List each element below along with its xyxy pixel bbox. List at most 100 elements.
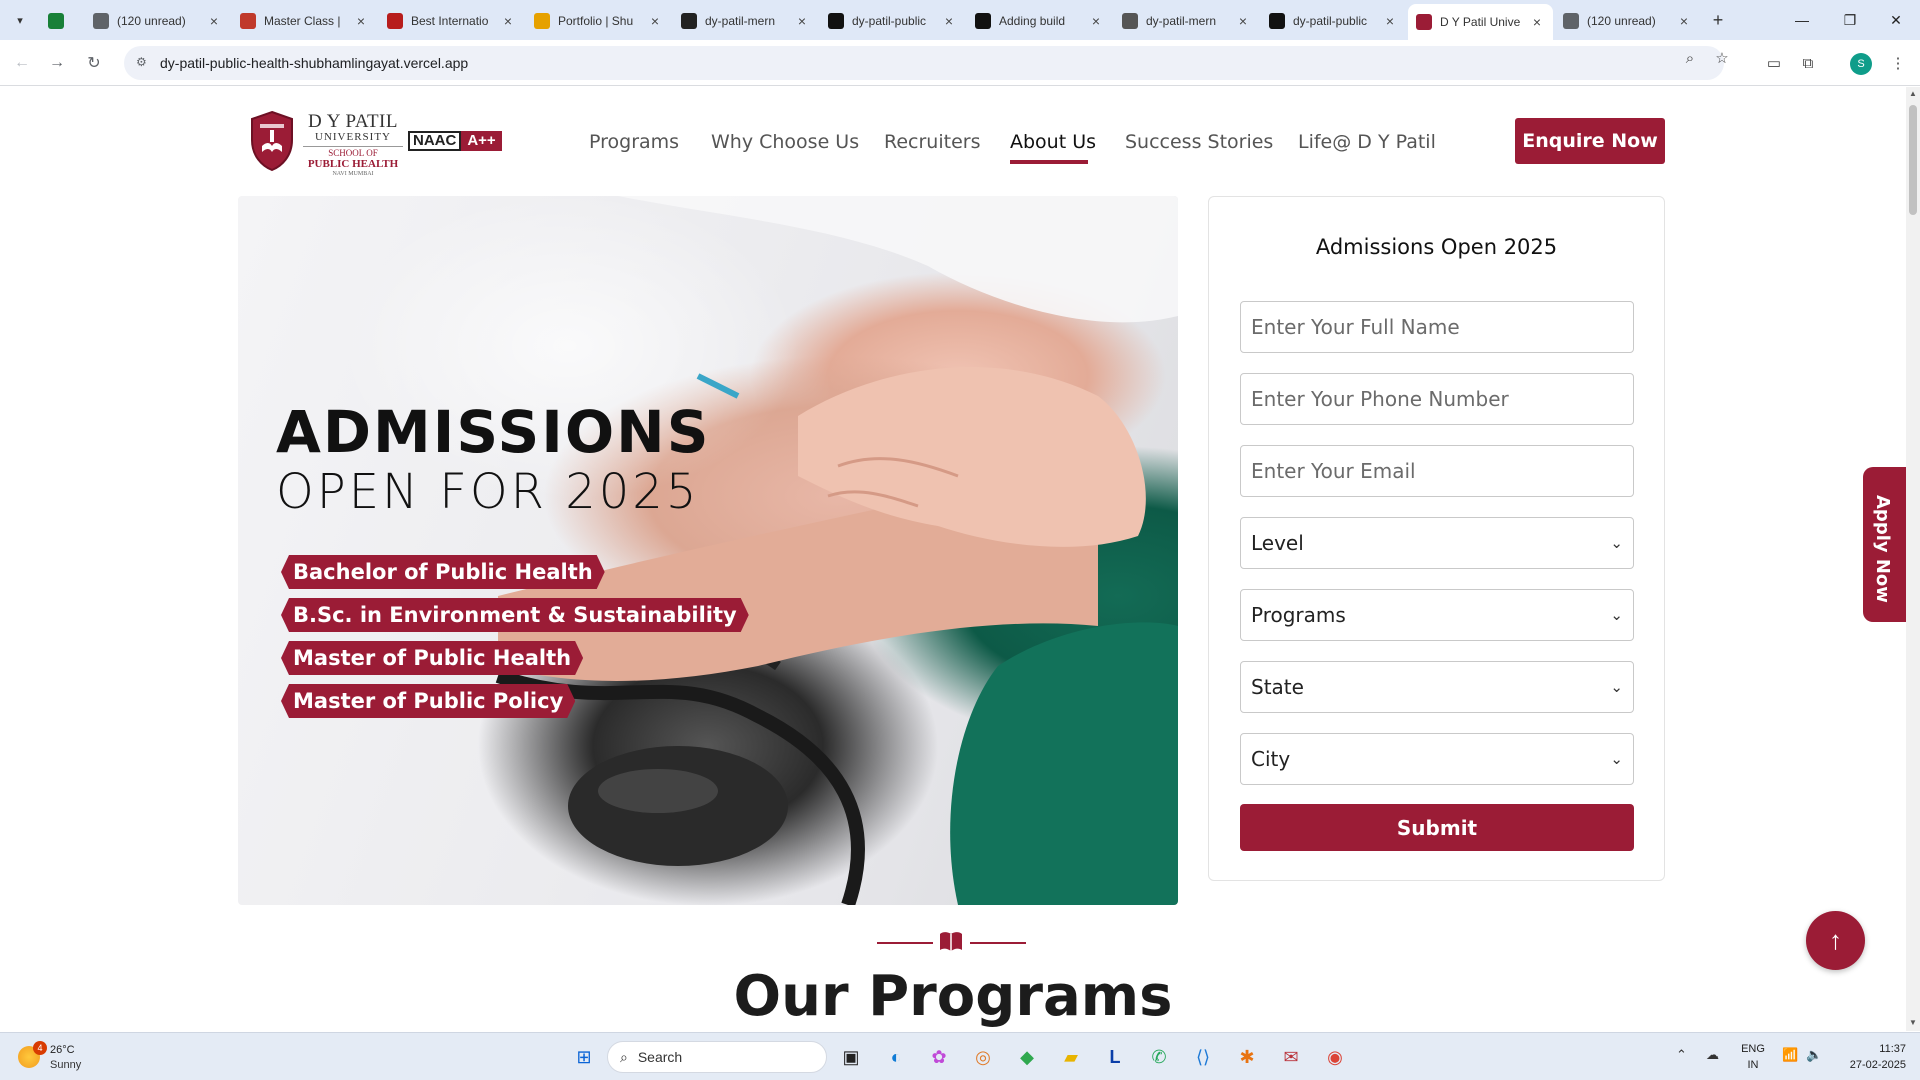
close-tab-icon[interactable]: × (794, 13, 810, 29)
edge-icon[interactable]: ◐ (880, 1041, 912, 1073)
xampp-icon[interactable]: ✱ (1231, 1041, 1263, 1073)
file-explorer-icon[interactable]: ▰ (1055, 1041, 1087, 1073)
weather-widget[interactable]: 4 26°C Sunny (18, 1040, 128, 1076)
menu-kebab-icon[interactable]: ⋮ (1886, 51, 1910, 75)
taskbar-search[interactable]: ⌕ Search (607, 1041, 827, 1073)
wifi-icon[interactable]: 📶 (1782, 1047, 1798, 1063)
browser-tab[interactable]: dy-patil-mern × (673, 6, 818, 36)
browser-tab[interactable]: dy-patil-public × (820, 6, 965, 36)
enquire-now-button[interactable]: Enquire Now (1515, 118, 1665, 164)
close-tab-icon[interactable]: × (1382, 13, 1398, 29)
state-select[interactable]: State ⌄ (1240, 661, 1634, 713)
nav-recruiters[interactable]: Recruiters (884, 131, 980, 153)
email-input[interactable] (1251, 459, 1623, 483)
zoom-icon[interactable]: ⌕ (1680, 48, 1700, 68)
scrollbar-thumb[interactable] (1909, 105, 1917, 215)
page-viewport: D Y PATIL UNIVERSITY SCHOOL OF PUBLIC HE… (0, 87, 1906, 1031)
phone-field[interactable] (1240, 373, 1634, 425)
app-l-icon[interactable]: L (1099, 1041, 1131, 1073)
browser-tab[interactable]: Adding build × (967, 6, 1112, 36)
browser-tab[interactable]: D Y Patil Unive × (1408, 4, 1553, 40)
windows-start-icon[interactable]: ⊞ (568, 1041, 600, 1073)
tab-title: dy-patil-public (852, 14, 927, 28)
full-name-field[interactable] (1240, 301, 1634, 353)
logo-wordmark: D Y PATIL UNIVERSITY SCHOOL OF PUBLIC HE… (303, 112, 403, 177)
store-icon[interactable]: ◆ (1011, 1041, 1043, 1073)
scroll-up-arrow-icon[interactable]: ▲ (1909, 90, 1917, 98)
onedrive-icon[interactable]: ☁ (1706, 1047, 1719, 1063)
extensions-icon[interactable]: ⧉ (1796, 51, 1820, 75)
task-view-icon[interactable]: ▣ (835, 1041, 867, 1073)
nav-success-stories[interactable]: Success Stories (1125, 131, 1273, 153)
new-tab-button[interactable]: + (1706, 8, 1730, 32)
section-divider-left (877, 942, 933, 944)
browser-tab[interactable]: (120 unread) × (1555, 6, 1700, 36)
close-tab-icon[interactable]: × (500, 13, 516, 29)
cast-icon[interactable]: ▭ (1762, 51, 1786, 75)
nav-about-us[interactable]: About Us (1010, 131, 1096, 153)
hero-photo-illustration (495, 196, 1178, 905)
tab-title: Adding build (999, 14, 1066, 28)
browser-tab[interactable]: Portfolio | Shu × (526, 6, 671, 36)
browser-tab[interactable]: Best Internatio × (379, 6, 524, 36)
city-select[interactable]: City ⌄ (1240, 733, 1634, 785)
volume-icon[interactable]: 🔈 (1806, 1047, 1822, 1063)
back-to-top-button[interactable]: ↑ (1806, 911, 1865, 970)
tray-overflow-chevron-icon[interactable]: ⌃ (1676, 1047, 1687, 1063)
close-tab-icon[interactable]: × (1088, 13, 1104, 29)
browser-tab[interactable] (40, 6, 80, 36)
chevron-down-icon: ⌄ (1610, 678, 1623, 696)
hero-heading: ADMISSIONS (276, 398, 711, 466)
forward-icon[interactable]: → (45, 51, 69, 75)
reload-icon[interactable]: ↻ (82, 51, 106, 75)
page-scrollbar[interactable]: ▲ ▼ (1906, 87, 1920, 1031)
bookmark-star-icon[interactable]: ☆ (1712, 48, 1732, 68)
close-tab-icon[interactable]: × (353, 13, 369, 29)
close-tab-icon[interactable]: × (1676, 13, 1692, 29)
sheets-icon (48, 13, 64, 29)
site-logo[interactable]: D Y PATIL UNIVERSITY SCHOOL OF PUBLIC HE… (248, 110, 513, 177)
ubuntu-icon[interactable]: ◎ (967, 1041, 999, 1073)
arrow-up-icon: ↑ (1829, 925, 1842, 955)
close-tab-icon[interactable]: × (1529, 14, 1545, 30)
system-clock[interactable]: 11:37 27-02-2025 (1836, 1041, 1906, 1073)
close-tab-icon[interactable]: × (1235, 13, 1251, 29)
close-tab-icon[interactable]: × (206, 13, 222, 29)
whatsapp-icon[interactable]: ✆ (1143, 1041, 1175, 1073)
close-tab-icon[interactable]: × (647, 13, 663, 29)
close-window-icon[interactable]: ✕ (1868, 0, 1920, 40)
programs-select-value: Programs (1251, 603, 1346, 627)
browser-tab[interactable]: (120 unread) × (85, 6, 230, 36)
phone-input[interactable] (1251, 387, 1623, 411)
masterclass-icon (240, 13, 256, 29)
submit-button[interactable]: Submit (1240, 804, 1634, 851)
apply-now-side-tab[interactable]: Apply Now (1863, 467, 1906, 622)
language-indicator[interactable]: ENG IN (1738, 1041, 1768, 1073)
taskbar-search-label: Search (637, 1049, 683, 1065)
nav-why-choose-us[interactable]: Why Choose Us (711, 131, 859, 153)
vscode-icon[interactable]: ⟨⟩ (1187, 1041, 1219, 1073)
back-icon[interactable]: ← (10, 51, 34, 75)
browser-tab[interactable]: dy-patil-public × (1261, 6, 1406, 36)
vercel-icon (1269, 13, 1285, 29)
site-info-icon[interactable]: ⚙ (136, 55, 152, 71)
address-bar[interactable]: ⚙ dy-patil-public-health-shubhamlingayat… (124, 46, 1724, 80)
close-tab-icon[interactable]: × (941, 13, 957, 29)
copilot-icon[interactable]: ✿ (923, 1041, 955, 1073)
city-select-value: City (1251, 747, 1291, 771)
tab-search-chevron-icon[interactable]: ▾ (8, 8, 32, 32)
level-select[interactable]: Level ⌄ (1240, 517, 1634, 569)
nav-life-at-dy-patil[interactable]: Life@ D Y Patil (1298, 131, 1436, 153)
browser-tab[interactable]: dy-patil-mern × (1114, 6, 1259, 36)
chat-app-icon[interactable]: ✉ (1275, 1041, 1307, 1073)
scroll-down-arrow-icon[interactable]: ▼ (1909, 1019, 1917, 1027)
browser-tab[interactable]: Master Class | × (232, 6, 377, 36)
email-field[interactable] (1240, 445, 1634, 497)
full-name-input[interactable] (1251, 315, 1623, 339)
logo-line-4: PUBLIC HEALTH (307, 158, 399, 170)
programs-select[interactable]: Programs ⌄ (1240, 589, 1634, 641)
profile-avatar[interactable]: S (1850, 53, 1872, 75)
nav-programs[interactable]: Programs (589, 131, 679, 153)
chevron-down-icon: ⌄ (1610, 606, 1623, 624)
chrome-icon[interactable]: ◉ (1319, 1041, 1351, 1073)
